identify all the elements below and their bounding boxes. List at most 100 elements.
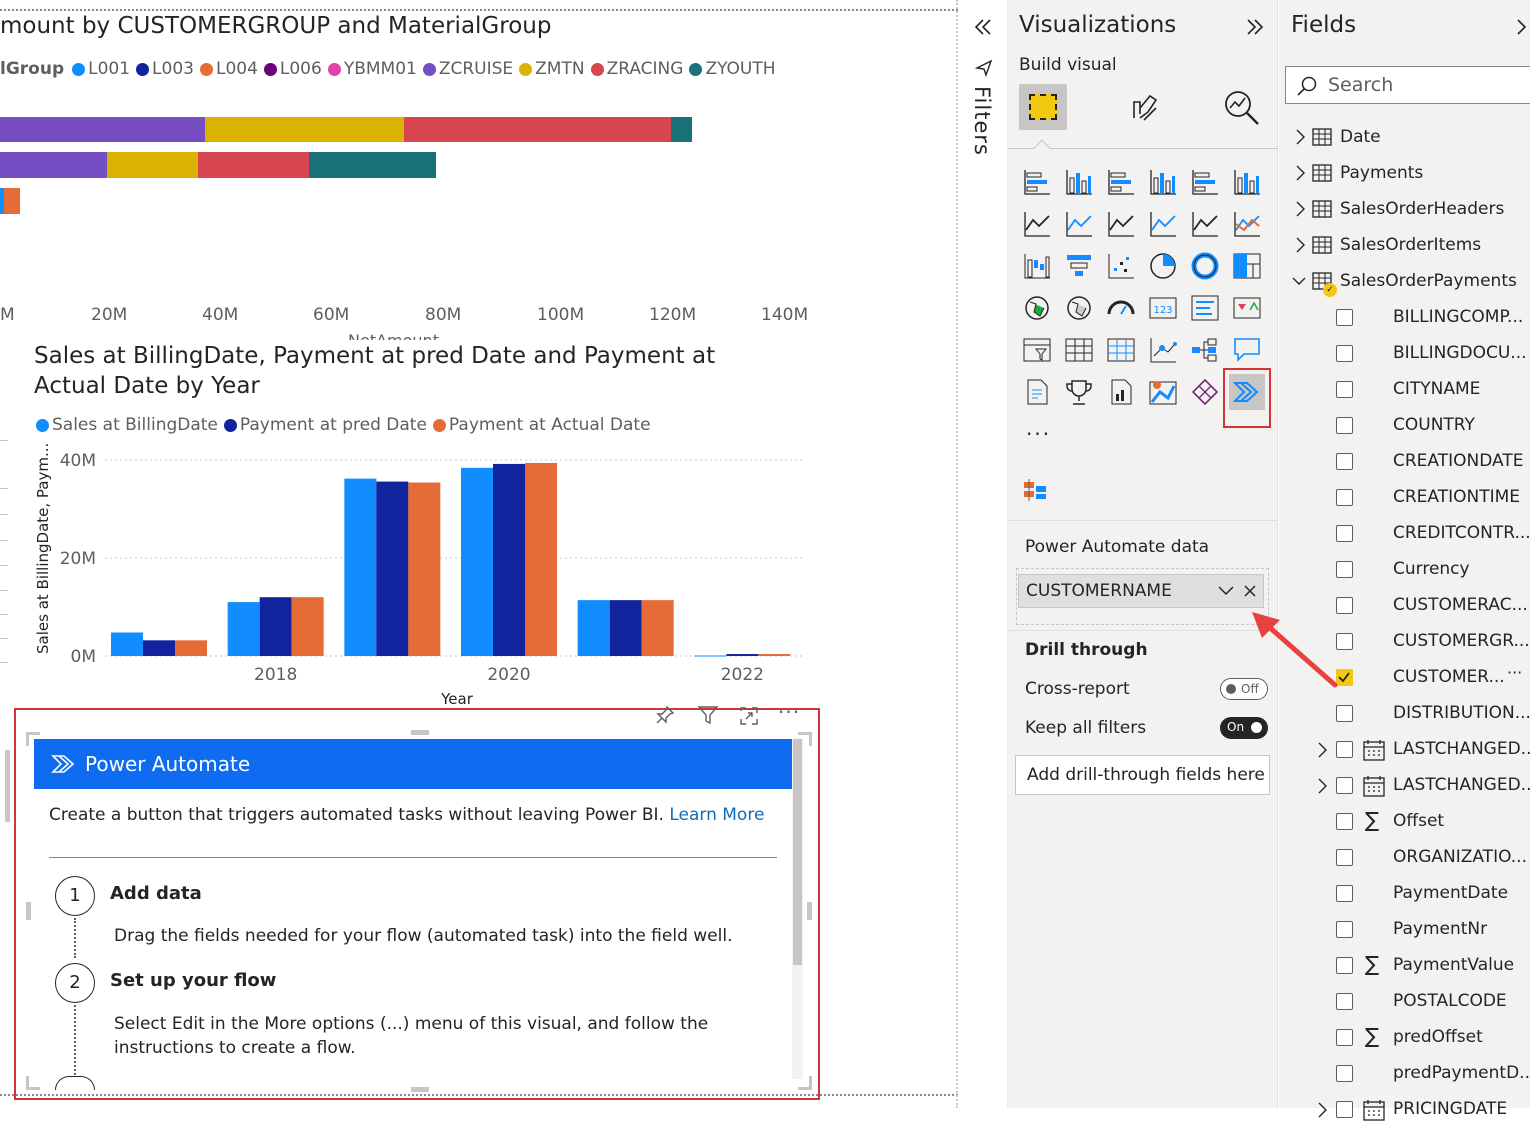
- expand-filters-icon[interactable]: [972, 16, 994, 38]
- field-item[interactable]: BILLINGDOCU...: [1279, 335, 1530, 371]
- field-checkbox[interactable]: [1336, 705, 1353, 722]
- multirow-card-icon[interactable]: [1190, 294, 1220, 324]
- metrics-icon[interactable]: [1064, 378, 1094, 408]
- chevron-right-icon[interactable]: [1315, 741, 1329, 759]
- kpi-icon[interactable]: [1232, 294, 1262, 324]
- stacked-column-icon[interactable]: [1064, 168, 1094, 198]
- scrollbar-thumb[interactable]: [793, 739, 802, 965]
- treemap-icon[interactable]: [1232, 252, 1262, 282]
- field-item[interactable]: CREDITCONTR...: [1279, 515, 1530, 551]
- field-checkbox[interactable]: [1336, 417, 1353, 434]
- chevron-right-icon[interactable]: [1315, 1101, 1329, 1119]
- field-checkbox[interactable]: [1336, 993, 1353, 1010]
- chevron-right-icon[interactable]: [1315, 777, 1329, 795]
- field-item[interactable]: ∑ Offset: [1279, 803, 1530, 839]
- chevron-right-icon[interactable]: [1293, 128, 1307, 146]
- drill-through-drop-zone[interactable]: Add drill-through fields here: [1015, 755, 1270, 795]
- gauge-icon[interactable]: [1106, 294, 1136, 324]
- field-checkbox[interactable]: [1336, 885, 1353, 902]
- field-checkbox[interactable]: [1336, 777, 1353, 794]
- field-checkbox[interactable]: [1336, 381, 1353, 398]
- field-checkbox[interactable]: [1336, 921, 1353, 938]
- field-checkbox[interactable]: [1336, 957, 1353, 974]
- field-item[interactable]: COUNTRY: [1279, 407, 1530, 443]
- field-checkbox[interactable]: [1336, 453, 1353, 470]
- field-item[interactable]: CREATIONTIME: [1279, 479, 1530, 515]
- field-item[interactable]: POSTALCODE: [1279, 983, 1530, 1019]
- funnel-icon[interactable]: [1064, 252, 1094, 282]
- azure-map-icon[interactable]: [1148, 378, 1178, 408]
- field-item[interactable]: DISTRIBUTION...: [1279, 695, 1530, 731]
- field-item[interactable]: ORGANIZATIO...: [1279, 839, 1530, 875]
- field-item[interactable]: BILLINGCOMP...: [1279, 299, 1530, 335]
- filled-map-icon[interactable]: [1064, 294, 1094, 324]
- field-checkbox[interactable]: [1336, 345, 1353, 362]
- field-checkbox[interactable]: [1336, 525, 1353, 542]
- field-checkbox[interactable]: [1336, 1101, 1353, 1118]
- table-node[interactable]: Date: [1279, 119, 1530, 155]
- field-checkbox[interactable]: [1336, 309, 1353, 326]
- line-chart-icon[interactable]: [1022, 210, 1052, 240]
- field-item[interactable]: Currency: [1279, 551, 1530, 587]
- field-checkbox[interactable]: [1336, 813, 1353, 830]
- filters-pane-collapsed[interactable]: Filters: [958, 0, 1008, 1108]
- collapse-pane-icon[interactable]: [1244, 16, 1266, 38]
- field-checkbox[interactable]: [1336, 1065, 1353, 1082]
- filters-label[interactable]: Filters: [970, 86, 994, 156]
- field-checkbox[interactable]: [1336, 741, 1353, 758]
- filter-icon[interactable]: [697, 704, 719, 726]
- field-checkbox[interactable]: [1336, 849, 1353, 866]
- remove-field-icon[interactable]: [1242, 583, 1258, 599]
- line-column-icon[interactable]: [1148, 210, 1178, 240]
- field-checkbox[interactable]: [1336, 489, 1353, 506]
- table-node[interactable]: SalesOrderItems: [1279, 227, 1530, 263]
- search-input[interactable]: Search: [1328, 74, 1393, 96]
- resize-handle-left[interactable]: [26, 902, 31, 920]
- search-box[interactable]: Search: [1285, 66, 1530, 104]
- resize-handle-top[interactable]: [411, 730, 429, 735]
- 100-column-icon[interactable]: [1232, 168, 1262, 198]
- field-item[interactable]: ∑ PaymentValue: [1279, 947, 1530, 983]
- analytics-icon[interactable]: [1222, 88, 1262, 128]
- map-icon[interactable]: [1022, 294, 1052, 324]
- chevron-down-icon[interactable]: [1291, 273, 1307, 289]
- focus-mode-icon[interactable]: [738, 705, 760, 727]
- field-item[interactable]: PRICINGDATE: [1279, 1091, 1530, 1127]
- qa-icon[interactable]: [1232, 336, 1262, 366]
- clustered-bar-icon[interactable]: [1106, 168, 1136, 198]
- clustered-column-icon[interactable]: [1148, 168, 1178, 198]
- build-visual-tab[interactable]: [1019, 84, 1067, 130]
- more-options-button[interactable]: ···: [778, 700, 800, 724]
- chevron-down-icon[interactable]: [1217, 583, 1235, 599]
- field-item[interactable]: LASTCHANGED...: [1279, 731, 1530, 767]
- more-visuals-button[interactable]: ...: [1026, 416, 1051, 440]
- pin-icon[interactable]: [654, 704, 676, 726]
- power-automate-visual[interactable]: ··· Power Automate Create a button that …: [14, 700, 820, 1100]
- field-item[interactable]: CITYNAME: [1279, 371, 1530, 407]
- field-more-options[interactable]: ···: [1507, 663, 1522, 682]
- format-visual-icon[interactable]: [1126, 88, 1164, 126]
- table-icon[interactable]: [1064, 336, 1094, 366]
- field-item[interactable]: predPaymentD...: [1279, 1055, 1530, 1091]
- table-node[interactable]: Payments: [1279, 155, 1530, 191]
- slicer-icon[interactable]: [1022, 336, 1052, 366]
- field-item[interactable]: ∑ predOffset: [1279, 1019, 1530, 1055]
- ribbon-chart-icon[interactable]: [1232, 210, 1262, 240]
- keep-filters-toggle[interactable]: On: [1220, 717, 1268, 739]
- power-apps-icon[interactable]: [1190, 378, 1220, 408]
- field-checkbox[interactable]: [1336, 561, 1353, 578]
- resize-corner[interactable]: [26, 1076, 40, 1090]
- 100-bar-icon[interactable]: [1190, 168, 1220, 198]
- field-item[interactable]: LASTCHANGED...: [1279, 767, 1530, 803]
- table-node[interactable]: ✓ SalesOrderPayments: [1279, 263, 1530, 299]
- table-node[interactable]: SalesOrderHeaders: [1279, 191, 1530, 227]
- custom-visual-icon[interactable]: [1022, 478, 1050, 502]
- resize-handle-bottom[interactable]: [411, 1087, 429, 1092]
- key-influencers-icon[interactable]: [1148, 336, 1178, 366]
- donut-chart-icon[interactable]: [1190, 252, 1220, 282]
- stacked-area-icon[interactable]: [1106, 210, 1136, 240]
- scatter-icon[interactable]: [1106, 252, 1136, 282]
- line-clustered-icon[interactable]: [1190, 210, 1220, 240]
- stacked-bar-icon[interactable]: [1022, 168, 1052, 198]
- chevron-right-icon[interactable]: [1293, 236, 1307, 254]
